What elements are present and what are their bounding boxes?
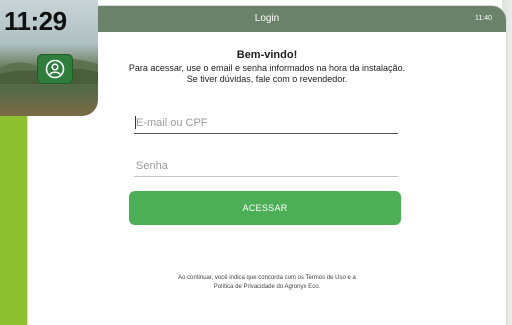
welcome-line-1: Para acessar, use o email e senha inform… <box>128 63 406 73</box>
text-cursor <box>135 116 136 129</box>
page-title: Login <box>254 13 280 24</box>
email-input[interactable] <box>134 112 398 133</box>
welcome-text: Para acessar, use o email e senha inform… <box>28 63 506 85</box>
welcome-line-2: Se tiver dúvidas, fale com o revendedor. <box>186 74 348 84</box>
terms-line-2: Política de Privacidade do Agronyx Eco. <box>213 284 321 290</box>
terms-notice: Ao continuar, você indica que concorda c… <box>28 274 506 292</box>
login-button[interactable]: ACESSAR <box>129 191 401 225</box>
terms-line-1: Ao continuar, você indica que concorda c… <box>178 275 356 281</box>
status-time: 11:40 <box>475 15 492 22</box>
app-header: Login 11:40 <box>28 6 506 32</box>
welcome-heading: Bem-vindo! <box>236 49 298 61</box>
login-screen: Login 11:40 Bem-vindo! Para acessar, use… <box>28 6 506 325</box>
lockscreen-widget: 11:29 <box>0 0 98 116</box>
email-field[interactable] <box>134 112 398 134</box>
lockscreen-clock: 11:29 <box>4 6 67 36</box>
password-input[interactable] <box>134 155 398 176</box>
password-field[interactable] <box>134 155 398 177</box>
user-icon <box>45 59 65 79</box>
user-account-button[interactable] <box>37 54 73 84</box>
